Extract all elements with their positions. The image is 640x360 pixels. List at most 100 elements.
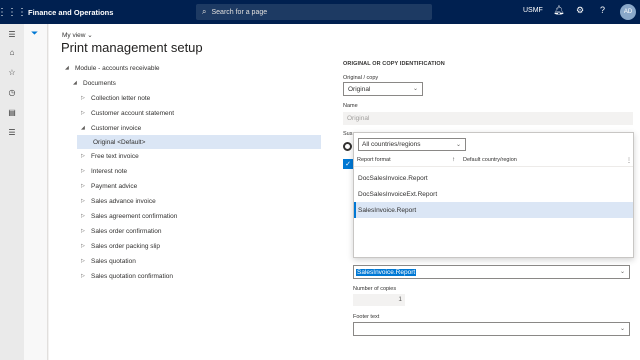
lookup-row-label: DocSalesInvoice.Report (358, 174, 428, 182)
tree-node-label: Sales agreement confirmation (91, 212, 178, 220)
tree-node-label: Collection letter note (91, 94, 151, 102)
column-header-country[interactable]: Default country/region (463, 157, 517, 163)
expand-triangle-icon[interactable]: ▷ (81, 168, 91, 174)
workspace-icon[interactable]: ▤ (0, 108, 24, 117)
tree-node-label: Free text invoice (91, 152, 139, 160)
tree-node-original-default[interactable]: Original <Default> (77, 135, 321, 149)
help-icon[interactable]: ? (600, 5, 605, 15)
expand-triangle-icon[interactable]: ▷ (81, 258, 91, 264)
checkbox[interactable]: ✓ (343, 159, 353, 169)
footer-text-select[interactable]: ⌄ (353, 322, 630, 336)
expand-triangle-icon[interactable]: ▷ (81, 243, 91, 249)
expand-triangle-icon[interactable]: ▷ (81, 273, 91, 279)
tree-node-sales-agreement-confirmation[interactable]: ▷ Sales agreement confirmation (61, 209, 321, 223)
chevron-down-icon: ⌄ (619, 326, 625, 332)
lookup-row-label: SalesInvoice.Report (358, 206, 417, 214)
tree-node-free-text-invoice[interactable]: ▷ Free text invoice (61, 149, 321, 163)
original-copy-select[interactable]: Original ⌄ (343, 82, 423, 96)
tree-node-label: Original <Default> (93, 138, 146, 146)
avatar[interactable]: AD (620, 4, 636, 20)
footer-text-label: Footer text (353, 314, 380, 320)
tree-node-label: Customer invoice (91, 124, 142, 132)
list-icon[interactable]: ☰ (0, 128, 24, 137)
tree-node-sales-quotation-confirmation[interactable]: ▷ Sales quotation confirmation (61, 269, 321, 283)
copies-label: Number of copies (353, 286, 397, 292)
tree-node-label: Sales quotation (91, 257, 136, 265)
lookup-row-label: DocSalesInvoiceExt.Report (358, 190, 438, 198)
tree-node-payment-advice[interactable]: ▷ Payment advice (61, 179, 321, 193)
country-filter-select[interactable]: All countries/regions ⌄ (358, 138, 466, 151)
tree-node-label: Sales quotation confirmation (91, 272, 174, 280)
more-options-icon[interactable]: ⋮ (626, 157, 632, 164)
search-placeholder: Search for a page (211, 8, 268, 16)
column-header-report-format[interactable]: Report format (357, 157, 391, 163)
tree-node-documents[interactable]: ◢ Documents (61, 76, 321, 90)
left-nav: ☰ ⌂ ☆ ◷ ▤ ☰ (0, 24, 24, 360)
sort-arrow-icon[interactable]: ↑ (452, 157, 455, 163)
tree-node-sales-quotation[interactable]: ▷ Sales quotation (61, 254, 321, 268)
tree-node-collection-letter-note[interactable]: ▷ Collection letter note (61, 91, 321, 105)
tree-node-sales-order-packing-slip[interactable]: ▷ Sales order packing slip (61, 239, 321, 253)
radio-button[interactable] (343, 142, 352, 151)
expand-triangle-icon[interactable]: ▷ (81, 213, 91, 219)
country-filter-value: All countries/regions (362, 141, 421, 148)
tree-node-label: Module - accounts receivable (75, 64, 160, 72)
gear-icon[interactable]: ⚙ (576, 5, 584, 16)
app-title[interactable]: Finance and Operations (28, 8, 113, 17)
tree-node-label: Sales order packing slip (91, 242, 161, 250)
app-launcher-icon[interactable]: ⋮⋮⋮ (0, 0, 27, 24)
lookup-row[interactable]: DocSalesInvoiceExt.Report (354, 186, 633, 202)
lookup-header: Report format ↑ Default country/region ⋮ (354, 154, 633, 167)
search-icon: ⌕ (202, 7, 207, 16)
collapse-triangle-icon[interactable]: ◢ (65, 65, 75, 71)
tree-node-label: Customer account statement (91, 109, 175, 117)
tree-node-sales-order-confirmation[interactable]: ▷ Sales order confirmation (61, 224, 321, 238)
chevron-down-icon: ⌄ (455, 142, 461, 148)
tree-node-customer-invoice[interactable]: ◢ Customer invoice (61, 121, 321, 135)
tree-node-label: Sales order confirmation (91, 227, 162, 235)
tree-node-module[interactable]: ◢ Module - accounts receivable (61, 61, 321, 75)
hamburger-icon[interactable]: ☰ (0, 30, 24, 39)
original-copy-value: Original (348, 85, 371, 93)
chevron-down-icon: ⌄ (412, 86, 418, 92)
company-picker[interactable]: USMF (523, 7, 543, 14)
report-format-lookup: All countries/regions ⌄ Report format ↑ … (353, 132, 634, 258)
copies-field: 1 (353, 294, 405, 306)
tree-node-label: Sales advance invoice (91, 197, 156, 205)
collapse-triangle-icon[interactable]: ◢ (73, 80, 83, 86)
tree-node-sales-advance-invoice[interactable]: ▷ Sales advance invoice (61, 194, 321, 208)
expand-triangle-icon[interactable]: ▷ (81, 198, 91, 204)
collapse-triangle-icon[interactable]: ◢ (81, 125, 91, 131)
expand-triangle-icon[interactable]: ▷ (81, 183, 91, 189)
report-format-input[interactable]: SalesInvoice.Report ⌄ (353, 265, 630, 279)
lookup-row-selected[interactable]: SalesInvoice.Report (354, 202, 633, 218)
chevron-down-icon: ⌄ (87, 32, 93, 39)
home-icon[interactable]: ⌂ (0, 48, 24, 57)
search-box[interactable]: ⌕ Search for a page (196, 4, 432, 20)
bell-icon[interactable]: 🔔︎ (553, 5, 564, 16)
my-view-selector[interactable]: My view ⌄ (62, 31, 93, 39)
tree-node-label: Payment advice (91, 182, 138, 190)
expand-triangle-icon[interactable]: ▷ (81, 110, 91, 116)
report-format-value: SalesInvoice.Report (356, 268, 417, 276)
filter-icon[interactable]: ⏷ (31, 28, 38, 39)
tree-node-interest-note[interactable]: ▷ Interest note (61, 164, 321, 178)
lookup-row[interactable]: DocSalesInvoice.Report (354, 170, 633, 186)
star-icon[interactable]: ☆ (0, 68, 24, 77)
name-label: Name (343, 103, 358, 109)
expand-triangle-icon[interactable]: ▷ (81, 228, 91, 234)
section-header: ORIGINAL OR COPY IDENTIFICATION (343, 61, 445, 67)
tree-node-customer-account-statement[interactable]: ▷ Customer account statement (61, 106, 321, 120)
page-title: Print management setup (61, 40, 203, 55)
tree-node-label: Interest note (91, 167, 128, 175)
clock-icon[interactable]: ◷ (0, 88, 24, 97)
chevron-down-icon[interactable]: ⌄ (620, 268, 625, 275)
tree-node-label: Documents (83, 79, 116, 87)
my-view-label: My view (62, 32, 86, 39)
expand-triangle-icon[interactable]: ▷ (81, 153, 91, 159)
original-copy-label: Original / copy (343, 75, 379, 81)
name-field: Original (343, 112, 633, 125)
expand-triangle-icon[interactable]: ▷ (81, 95, 91, 101)
suspend-label: Sus (343, 131, 353, 137)
filter-pane: ⏷ (24, 24, 48, 360)
